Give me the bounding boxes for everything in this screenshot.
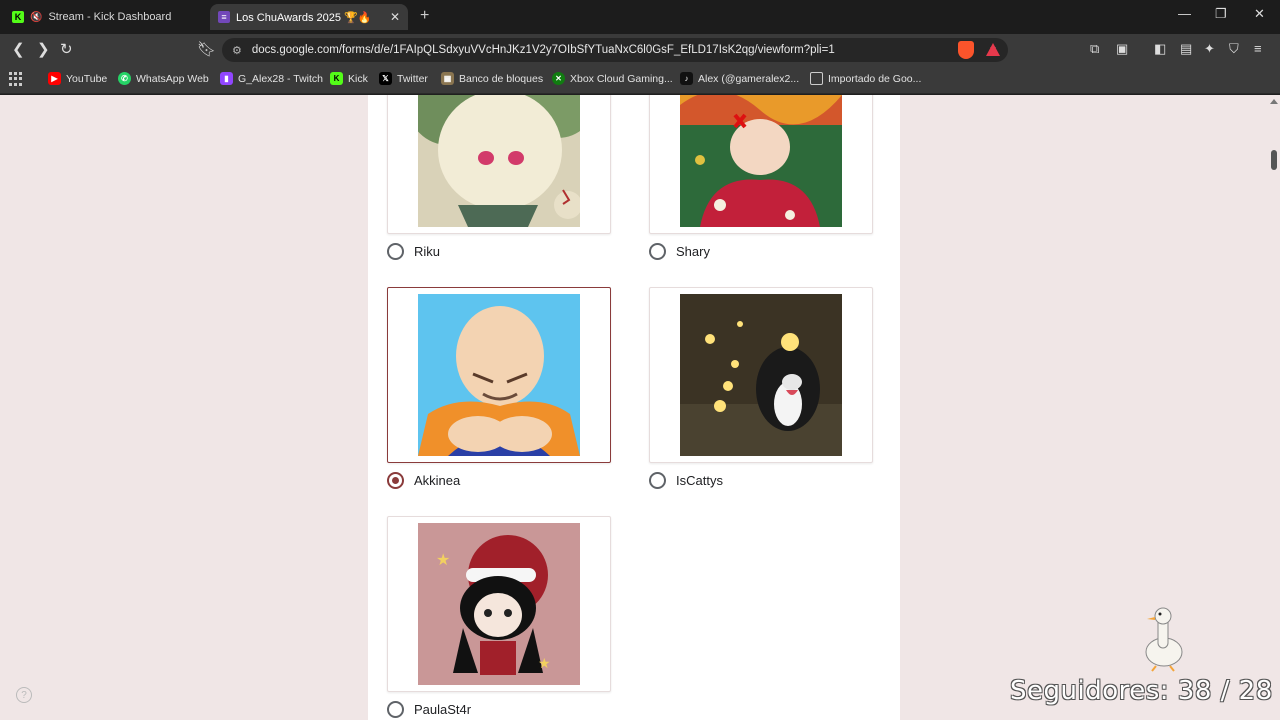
scrollbar-thumb[interactable] [1271, 150, 1277, 170]
followers-counter-overlay: Seguidores: 38 / 28 [1010, 676, 1273, 706]
option-iscattys-radio-row[interactable]: IsCattys [649, 472, 723, 489]
shary-avatar-image [680, 95, 842, 227]
tab-chuawards[interactable]: ≡ Los ChuAwards 2025 🏆🔥 ✕ [210, 4, 408, 30]
new-tab-button[interactable]: + [420, 7, 429, 25]
brave-shields-icon[interactable] [958, 41, 974, 59]
radio-akkinea[interactable] [387, 472, 404, 489]
option-image-frame[interactable] [649, 287, 873, 463]
url-input[interactable] [251, 44, 982, 56]
address-toolbar: ❮ ❯ ↻ 🔖︎ ⚙ ⇪ ⧉ ▣ ◧ ▤ ✦ ⛉ ≡ [0, 34, 1280, 66]
bookmark-tiktok[interactable]: ♪ Alex (@gameralex2... [680, 72, 799, 85]
bookmark-label: G_Alex28 - Twitch [238, 72, 324, 85]
bookmark-label: YouTube [66, 72, 108, 85]
reload-button[interactable]: ↻ [60, 40, 73, 58]
block-icon: ▦ [441, 72, 454, 85]
twitch-icon: ▮ [220, 72, 233, 85]
tab-title: Stream - Kick Dashboard [48, 11, 172, 23]
option-iscattys[interactable] [649, 287, 875, 463]
media-icon[interactable]: ▣ [1116, 41, 1128, 57]
option-riku[interactable] [387, 95, 613, 234]
option-image-frame[interactable]: ★ ★ [387, 516, 611, 692]
close-window-button[interactable]: ✕ [1254, 6, 1265, 22]
option-paulast4r-radio-row[interactable]: PaulaSt4r [387, 701, 471, 718]
kick-icon: K [330, 72, 343, 85]
bookmark-label: Importado de Goo... [828, 72, 922, 85]
wallet-icon[interactable]: ▤ [1180, 41, 1192, 57]
riku-avatar-image [418, 95, 580, 227]
option-akkinea[interactable] [387, 287, 613, 463]
bookmark-whatsapp[interactable]: ✆ WhatsApp Web [118, 72, 209, 85]
extensions-icon[interactable]: ⧉ [1090, 41, 1099, 57]
radio-riku[interactable] [387, 243, 404, 260]
option-label: Shary [676, 244, 710, 259]
option-image-frame-selected[interactable] [387, 287, 611, 463]
radio-paulast4r[interactable] [387, 701, 404, 718]
google-forms-icon: ≡ [218, 11, 230, 23]
bookmark-twitter[interactable]: 𝕏 Twitter [379, 72, 428, 85]
tab-title: Los ChuAwards 2025 🏆🔥 [236, 11, 372, 24]
bookmark-banco-de-bloques[interactable]: ▦ Banco de bloques [441, 72, 543, 85]
bookmark-kick[interactable]: K Kick [330, 72, 368, 85]
close-tab-icon[interactable]: ✕ [390, 10, 400, 24]
option-label: PaulaSt4r [414, 702, 472, 717]
bookmark-xbox[interactable]: ✕ Xbox Cloud Gaming... [552, 72, 673, 85]
site-settings-icon[interactable]: ⚙ [232, 44, 242, 57]
scroll-up-arrow-icon[interactable] [1270, 99, 1278, 104]
bookmark-label: Alex (@gameralex2... [698, 72, 800, 85]
minimize-button[interactable]: — [1178, 6, 1191, 21]
address-bar[interactable]: ⚙ ⇪ [222, 38, 1008, 62]
vpn-icon[interactable]: ⛉ [1229, 41, 1239, 57]
bookmark-icon[interactable]: 🔖︎ [197, 40, 216, 58]
menu-icon[interactable]: ≡ [1254, 41, 1262, 56]
svg-text:★: ★ [538, 655, 551, 671]
question-card: Riku Shary Akkinea IsCattys ★ ★ PaulaSt4… [368, 95, 900, 720]
page-scrollbar[interactable] [1267, 95, 1280, 720]
brave-rewards-icon[interactable] [986, 43, 1000, 56]
form-page: Riku Shary Akkinea IsCattys ★ ★ PaulaSt4… [0, 95, 1267, 720]
bookmark-label: Banco de bloques [459, 72, 544, 85]
option-label: Akkinea [414, 473, 461, 488]
tiktok-icon: ♪ [680, 72, 693, 85]
svg-text:★: ★ [436, 552, 450, 569]
paulast4r-avatar-image: ★ ★ [418, 523, 580, 685]
radio-iscattys[interactable] [649, 472, 666, 489]
youtube-icon: ▶ [48, 72, 61, 85]
bookmark-folder[interactable]: Importado de Goo... [810, 72, 921, 85]
forward-button[interactable]: ❯ [37, 40, 50, 58]
leo-ai-icon[interactable]: ✦ [1204, 41, 1215, 57]
tab-kick-dashboard[interactable]: K 🔇 Stream - Kick Dashboard [4, 4, 204, 30]
bookmark-label: Xbox Cloud Gaming... [570, 72, 673, 85]
mute-icon[interactable]: 🔇 [30, 12, 42, 23]
folder-icon [810, 72, 823, 85]
option-shary[interactable] [649, 95, 875, 234]
iscattys-avatar-image [680, 294, 842, 456]
bookmark-twitch[interactable]: ▮ G_Alex28 - Twitch [220, 72, 323, 85]
option-shary-radio-row[interactable]: Shary [649, 243, 710, 260]
kick-icon: K [12, 11, 24, 23]
tab-strip: K 🔇 Stream - Kick Dashboard ≡ Los ChuAwa… [0, 0, 1280, 34]
bookmark-label: Kick [348, 72, 368, 85]
duck-mascot-icon [1145, 607, 1183, 672]
whatsapp-icon: ✆ [118, 72, 131, 85]
option-image-frame[interactable] [387, 95, 611, 234]
option-label: Riku [414, 244, 441, 259]
apps-grid-icon[interactable] [9, 72, 23, 86]
radio-shary[interactable] [649, 243, 666, 260]
option-riku-radio-row[interactable]: Riku [387, 243, 440, 260]
bookmark-label: Twitter [397, 72, 428, 85]
back-button[interactable]: ❮ [12, 40, 25, 58]
bookmark-youtube[interactable]: ▶ YouTube [48, 72, 107, 85]
sidebar-icon[interactable]: ◧ [1154, 41, 1166, 57]
option-paulast4r[interactable]: ★ ★ [387, 516, 613, 692]
xbox-icon: ✕ [552, 72, 565, 85]
bookmark-label: WhatsApp Web [136, 72, 209, 85]
help-icon[interactable]: ? [16, 687, 32, 703]
option-label: IsCattys [676, 473, 723, 488]
restore-button[interactable]: ❐ [1215, 6, 1227, 22]
bookmarks-bar: ▶ YouTube ✆ WhatsApp Web ▮ G_Alex28 - Tw… [0, 66, 1280, 94]
x-icon: 𝕏 [379, 72, 392, 85]
option-akkinea-radio-row[interactable]: Akkinea [387, 472, 460, 489]
akkinea-avatar-image [418, 294, 580, 456]
option-image-frame[interactable] [649, 95, 873, 234]
